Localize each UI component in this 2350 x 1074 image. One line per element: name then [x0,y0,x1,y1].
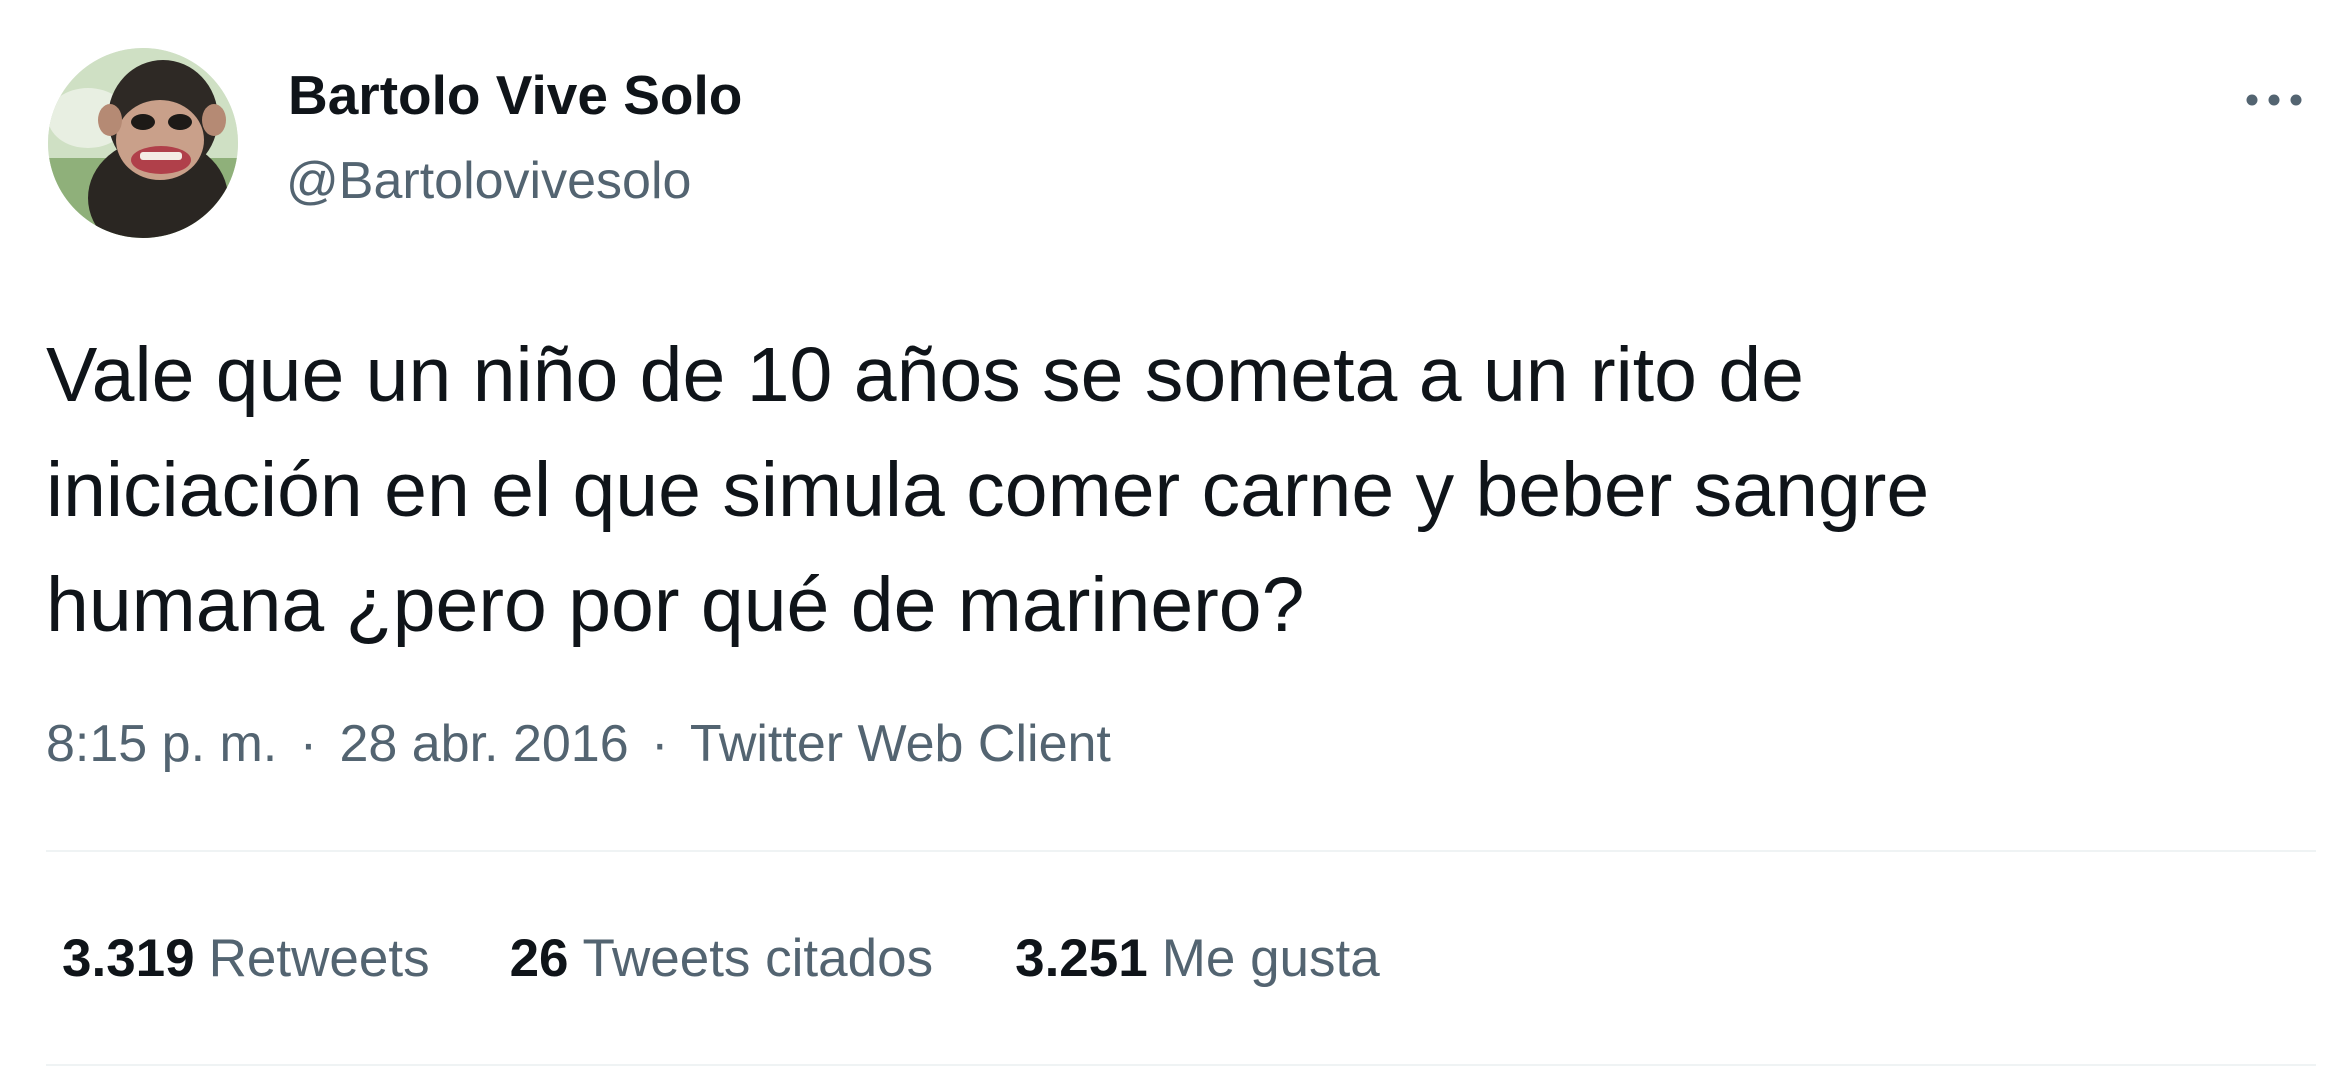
quote-tweets-label: Tweets citados [582,929,934,988]
tweet-text-line: humana ¿pero por qué de marinero? [46,562,1305,648]
more-horizontal-icon [2246,94,2302,106]
tweet-text-line: Vale que un niño de 10 años se someta a … [46,332,1804,418]
tweet-date[interactable]: 28 abr. 2016 [339,715,628,773]
tweet-card: Bartolo Vive Solo @Bartolovivesolo Vale … [0,0,2350,1074]
tweet-metadata: 8:15 p. m. · 28 abr. 2016 · Twitter Web … [46,718,1111,770]
meta-separator: · [299,715,318,773]
tweet-text: Vale que un niño de 10 años se someta a … [46,318,2306,663]
tweet-time[interactable]: 8:15 p. m. [46,715,277,773]
chimpanzee-avatar-icon [48,48,238,238]
more-options-button[interactable] [2232,70,2316,130]
retweets-count: 3.319 [62,929,195,988]
divider [46,1064,2316,1066]
quote-tweets-count: 26 [509,929,569,988]
avatar[interactable] [48,48,238,238]
likes-label: Me gusta [1161,929,1380,988]
author-display-name[interactable]: Bartolo Vive Solo [288,68,742,123]
tweet-source[interactable]: Twitter Web Client [690,715,1111,773]
meta-separator: · [651,715,669,773]
likes-stat[interactable]: 3.251 Me gusta [1015,932,1380,985]
tweet-stats: 3.319 Retweets 26 Tweets citados 3.251 M… [62,932,1380,985]
retweets-label: Retweets [208,929,430,988]
divider [46,850,2316,852]
retweets-stat[interactable]: 3.319 Retweets [62,932,430,985]
tweet-text-line: iniciación en el que simula comer carne … [46,447,1930,533]
author-handle[interactable]: @Bartolovivesolo [286,155,691,207]
quote-tweets-stat[interactable]: 26 Tweets citados [510,932,934,985]
likes-count: 3.251 [1015,929,1148,988]
